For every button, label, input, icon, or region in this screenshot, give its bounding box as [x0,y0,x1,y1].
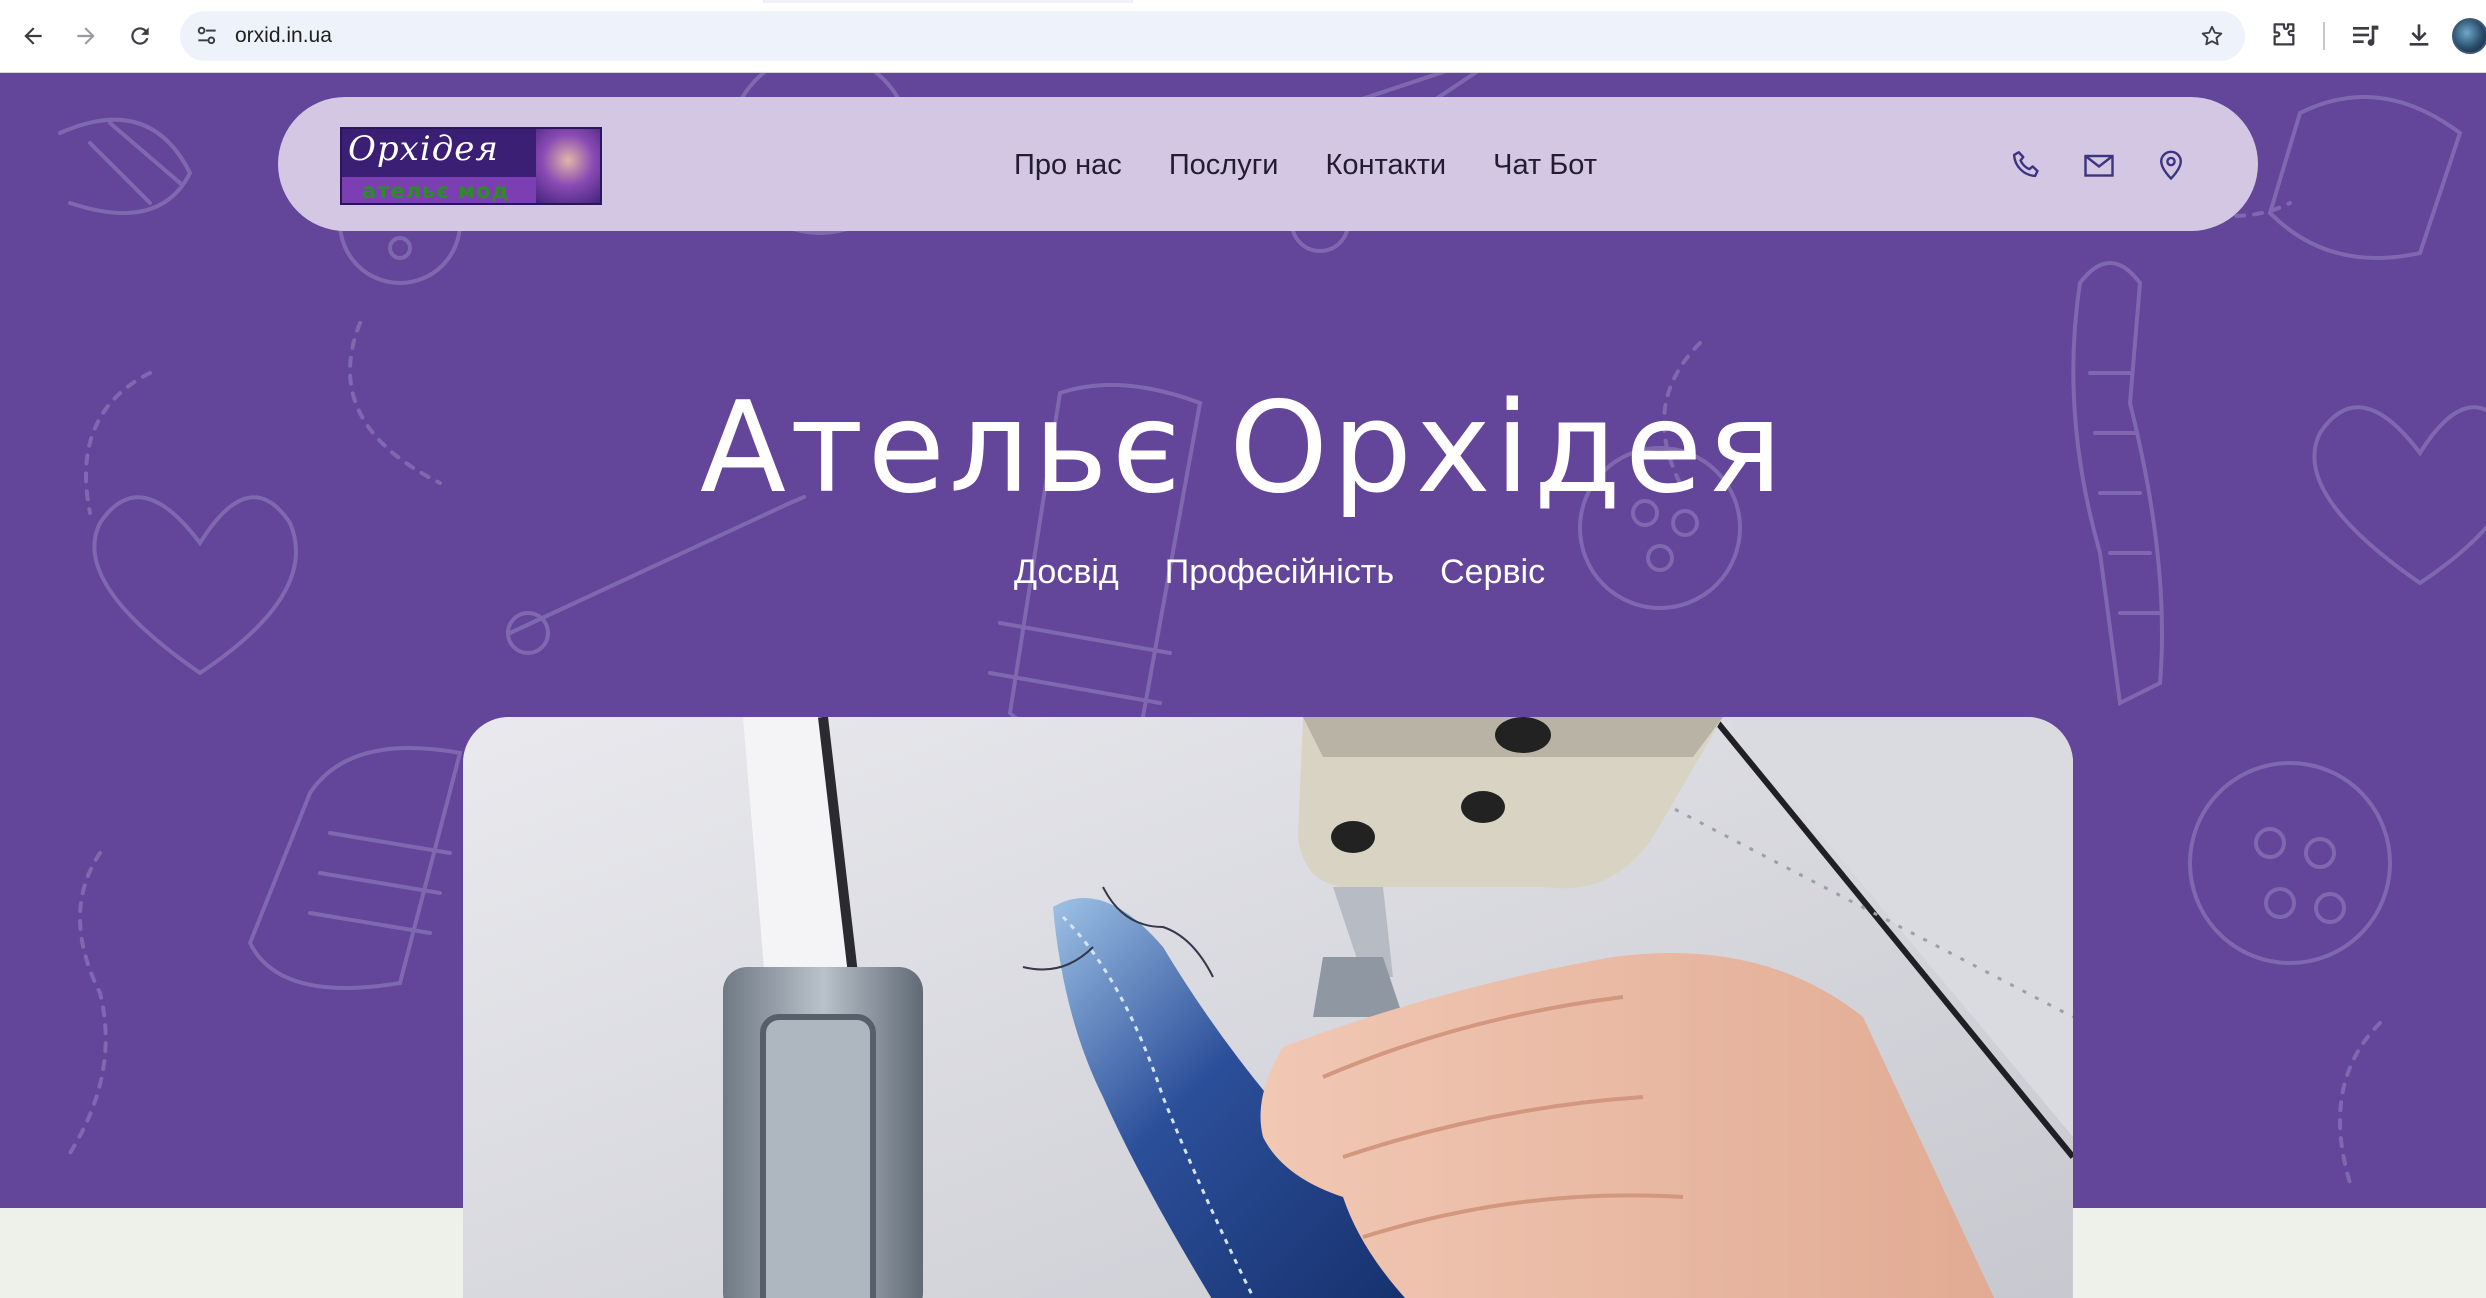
hero-video[interactable] [463,717,2073,1298]
logo-subtitle: ательє мод [362,179,510,203]
url-text[interactable]: orxid.in.ua [235,23,332,49]
back-button[interactable] [14,17,52,55]
logo-photo [536,129,600,203]
contact-icons [2008,146,2190,184]
menu-item-contacts[interactable]: Контакти [1325,147,1446,183]
reload-button[interactable] [121,17,159,55]
hero-features: Досвід Професійність Сервіс [1014,552,1545,592]
hero-title: Ательє Орхідея [699,374,1787,521]
toolbar-separator [2323,22,2325,50]
main-menu: Про нас Послуги Контакти Чат Бот [1014,147,1597,183]
address-bar[interactable]: orxid.in.ua [180,11,2245,61]
menu-item-services[interactable]: Послуги [1169,147,1279,183]
star-icon[interactable] [2199,23,2225,49]
location-pin-icon[interactable] [2152,146,2190,184]
browser-toolbar: orxid.in.ua [0,0,2486,73]
puzzle-icon[interactable] [2268,19,2300,51]
logo-title: Орхідея [348,129,499,169]
tune-icon[interactable] [194,23,220,49]
playlist-icon[interactable] [2349,19,2381,51]
menu-item-about[interactable]: Про нас [1014,147,1122,183]
sewing-machine-image [463,717,2073,1298]
arrow-left-icon [24,27,42,45]
reload-icon [131,27,149,45]
phone-icon[interactable] [2008,146,2046,184]
web-page: Орхідея ательє мод Про нас Послуги Конта… [0,73,2486,1298]
menu-item-chat-bot[interactable]: Чат Бот [1493,147,1597,183]
arrow-right-icon [77,27,95,45]
avatar[interactable] [2452,18,2486,54]
download-icon[interactable] [2403,19,2435,51]
site-header: Орхідея ательє мод Про нас Послуги Конта… [278,97,2258,231]
active-tab-edge [763,0,1133,3]
feature-professionalism: Професійність [1164,553,1395,591]
forward-button[interactable] [67,17,105,55]
mail-icon[interactable] [2080,146,2118,184]
feature-experience: Досвід [1014,553,1119,591]
logo[interactable]: Орхідея ательє мод [340,127,602,205]
feature-service: Сервіс [1440,553,1546,591]
